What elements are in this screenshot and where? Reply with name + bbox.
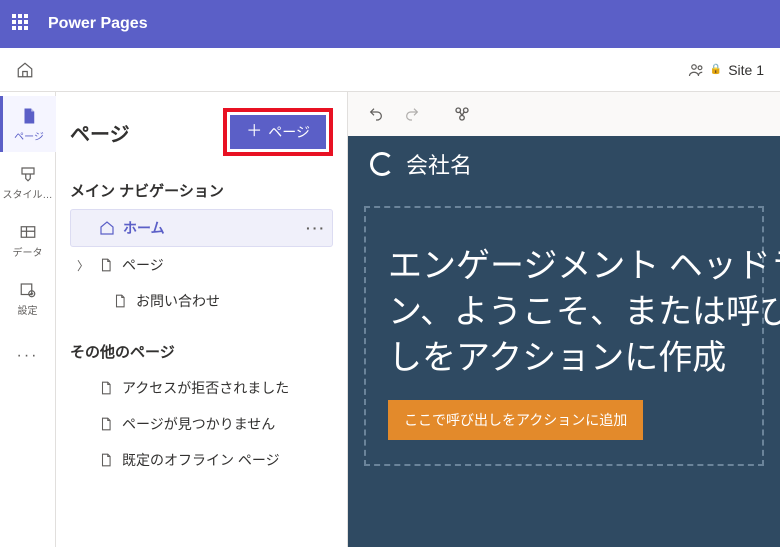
- plus-icon: ＋: [246, 124, 262, 140]
- other-item-not-found[interactable]: ページが見つかりません: [70, 406, 333, 442]
- redo-button[interactable]: [396, 98, 428, 130]
- file-icon: [98, 380, 114, 396]
- nav-item-contact[interactable]: お問い合わせ: [70, 283, 333, 319]
- file-icon: [98, 257, 114, 273]
- nav-item-page[interactable]: 〉 ページ: [70, 247, 333, 283]
- left-rail: ページ スタイル… データ 設定 ···: [0, 92, 56, 547]
- pages-panel: ページ ＋ ページ メイン ナビゲーション ホーム ··· 〉 ページ: [56, 92, 348, 547]
- command-bar: 🔒 Site 1: [0, 48, 780, 92]
- nav-item-label: ホーム: [123, 218, 165, 238]
- other-item-label: 既定のオフライン ページ: [122, 450, 280, 470]
- page-preview[interactable]: 会社名 エンゲージメント ヘッドライ ン、ようこそ、または呼び出 しをアクション…: [348, 136, 780, 547]
- other-item-label: アクセスが拒否されました: [122, 378, 289, 398]
- brush-icon: [18, 164, 38, 184]
- canvas-toolbar: [348, 92, 780, 136]
- hero-line: しをアクションに作成: [388, 336, 740, 382]
- hero-section[interactable]: エンゲージメント ヘッドライ ン、ようこそ、または呼び出 しをアクションに作成 …: [364, 206, 764, 466]
- design-canvas: 会社名 エンゲージメント ヘッドライ ン、ようこそ、または呼び出 しをアクション…: [348, 92, 780, 547]
- home-icon: [99, 220, 115, 236]
- rail-label: 設定: [18, 302, 38, 317]
- components-icon: [453, 105, 471, 123]
- app-launcher-icon[interactable]: [12, 14, 32, 34]
- more-icon: ···: [18, 346, 38, 366]
- add-page-label: ページ: [268, 122, 310, 142]
- site-name: Site 1: [728, 62, 764, 78]
- global-header: Power Pages: [0, 0, 780, 48]
- app-title: Power Pages: [48, 15, 148, 33]
- components-button[interactable]: [446, 98, 478, 130]
- panel-title: ページ: [70, 118, 130, 147]
- hero-line: ン、ようこそ、または呼び出: [388, 290, 740, 336]
- redo-icon: [404, 106, 420, 122]
- undo-icon: [368, 106, 384, 122]
- nav-item-label: お問い合わせ: [136, 291, 220, 311]
- rail-item-pages[interactable]: ページ: [0, 96, 56, 152]
- settings-icon: [18, 280, 38, 300]
- home-outline-icon[interactable]: [16, 61, 34, 79]
- nav-item-label: ページ: [122, 255, 164, 275]
- table-icon: [18, 222, 38, 242]
- site-switcher[interactable]: 🔒 Site 1: [688, 61, 764, 79]
- other-item-offline[interactable]: 既定のオフライン ページ: [70, 442, 333, 478]
- annotation-highlight: ＋ ページ: [223, 108, 333, 156]
- other-item-access-denied[interactable]: アクセスが拒否されました: [70, 370, 333, 406]
- preview-site-header[interactable]: 会社名: [348, 136, 780, 192]
- chevron-right-icon[interactable]: 〉: [76, 257, 90, 274]
- file-icon: [98, 416, 114, 432]
- rail-label: スタイル…: [3, 186, 53, 201]
- other-item-label: ページが見つかりません: [122, 414, 275, 434]
- section-main-nav-title: メイン ナビゲーション: [70, 180, 333, 201]
- file-icon: [112, 293, 128, 309]
- rail-item-setup[interactable]: 設定: [0, 270, 56, 326]
- file-icon: [98, 452, 114, 468]
- lock-icon: 🔒: [710, 64, 722, 75]
- rail-item-style[interactable]: スタイル…: [0, 154, 56, 210]
- rail-item-more[interactable]: ···: [0, 328, 56, 384]
- hero-cta-button[interactable]: ここで呼び出しをアクションに追加: [388, 400, 643, 440]
- page-icon: [19, 106, 39, 126]
- hero-line: エンゲージメント ヘッドライ: [388, 244, 740, 290]
- undo-button[interactable]: [360, 98, 392, 130]
- rail-item-data[interactable]: データ: [0, 212, 56, 268]
- rail-label: データ: [13, 244, 43, 259]
- section-other-title: その他のページ: [70, 341, 333, 362]
- add-page-button[interactable]: ＋ ページ: [230, 115, 326, 149]
- workspace: ページ スタイル… データ 設定 ··· ページ: [0, 92, 780, 547]
- people-icon: [688, 61, 706, 79]
- nav-item-home[interactable]: ホーム ···: [70, 209, 333, 247]
- site-logo-icon: [370, 152, 394, 176]
- company-name: 会社名: [406, 148, 472, 180]
- rail-label: ページ: [14, 128, 44, 143]
- item-more-icon[interactable]: ···: [306, 220, 326, 236]
- hero-text[interactable]: エンゲージメント ヘッドライ ン、ようこそ、または呼び出 しをアクションに作成: [388, 244, 740, 382]
